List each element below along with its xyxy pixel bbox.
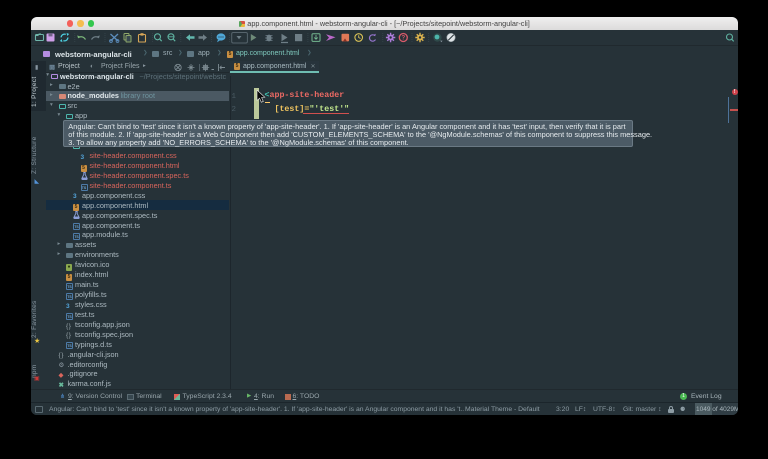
svg-text:?: ? bbox=[401, 36, 405, 42]
